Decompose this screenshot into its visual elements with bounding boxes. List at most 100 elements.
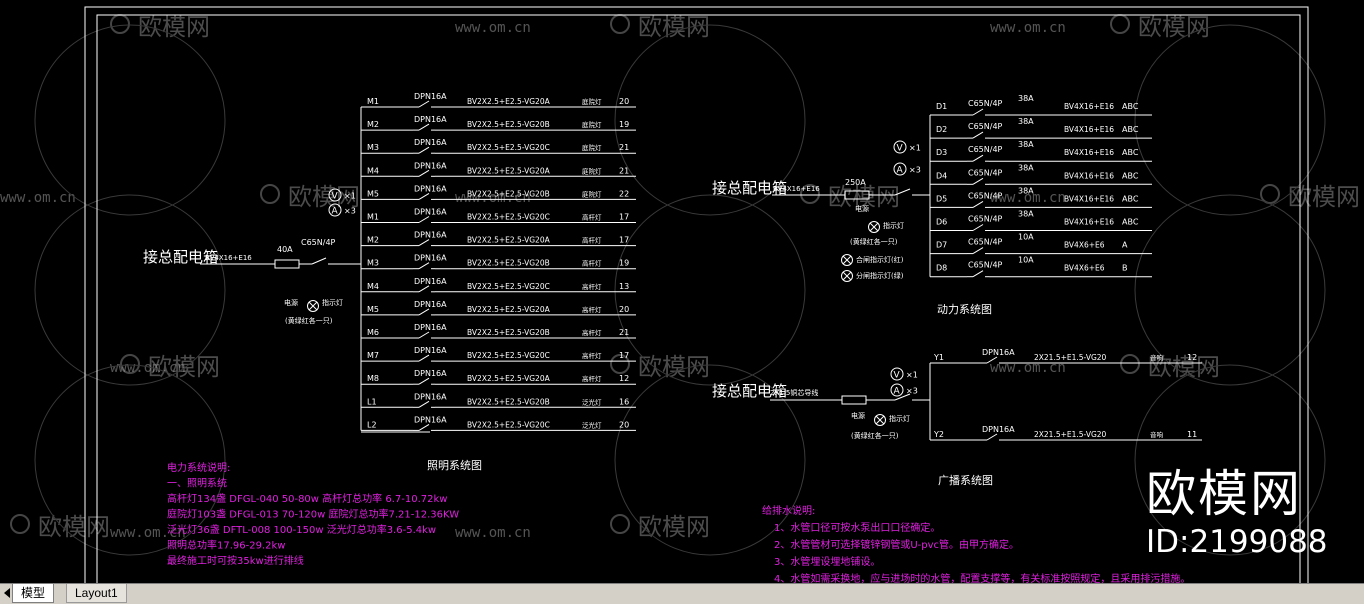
broadcast-circuit-breaker-1: DPN16A [982,425,1015,434]
lighting-circuit-cable-11: BV2X2.5+E2.5-VG20C [467,351,550,360]
lighting-circuit-load-14: 泛光灯 [582,420,602,429]
lighting-breaker-12-blade [418,377,430,385]
lighting-circuit-id-0: M1 [367,97,379,106]
lighting-circuit-cable-13: BV2X2.5+E2.5-VG20B [467,397,550,406]
water-notes-line-4: 4、水管如需采换地，应与进场时的水管，配置支撑等，有关标准按照规定，且采用排污措… [774,572,1190,583]
power-breaker-3-blade [972,177,984,185]
power-circuit-cable-7: BV4X6+E6 [1064,264,1105,273]
power-voltmeter-count: ×1 [909,144,921,153]
lighting-circuit-id-4: M5 [367,189,379,198]
lighting-breaker-13-blade [418,400,430,408]
power-circuit-breaker-1: C65N/4P [968,122,1003,131]
watermark-logo-icon [10,514,30,534]
lighting-circuit-load-5: 高杆灯 [582,213,602,222]
power-circuit-cable-1: BV4X16+E16 [1064,125,1114,134]
lighting-circuit-cable-0: BV2X2.5+E2.5-VG20A [467,97,551,106]
power-breaker-6-blade [972,247,984,255]
lighting-circuit-power-9: 20 [619,305,629,314]
lighting-circuit-id-7: M3 [367,259,379,268]
lighting-circuit-breaker-6: DPN16A [414,231,447,240]
lighting-breaker-14-blade [418,423,430,431]
power-circuit-cable-4: BV4X16+E16 [1064,194,1114,203]
watermark-brand-1: 欧模网 [638,13,710,41]
power-circuit-cable-5: BV4X16+E16 [1064,218,1114,227]
power-circuit-phase-2: ABC [1122,148,1139,157]
broadcast-breaker-1-blade [986,433,998,441]
broadcast-circuit-cable-1: 2X21.5+E1.5-VG20 [1034,430,1107,439]
power-circuit-id-6: D7 [936,241,947,250]
water-notes-line-2: 2、水管管材可选择镀锌钢管或U-pvc管。由甲方确定。 [774,538,1019,551]
lighting-circuit-power-3: 21 [619,166,629,175]
lighting-circuit-cable-1: BV2X2.5+E2.5-VG20B [467,120,550,129]
lighting-breaker-11-blade [418,354,430,362]
lighting-circuit-id-10: M6 [367,328,379,337]
power-circuit-breaker-3: C65N/4P [968,168,1003,177]
power-circuit-phase-5: ABC [1122,218,1139,227]
lighting-circuit-breaker-4: DPN16A [414,184,447,193]
power-circuit-breaker-5: C65N/4P [968,215,1003,224]
lighting-circuit-breaker-10: DPN16A [414,323,447,332]
power-circuit-amps-1: 38A [1018,117,1034,126]
watermark-logo-icon [1110,14,1130,34]
lighting-breaker-1-blade [418,123,430,131]
lighting-breaker-0-blade [418,100,430,108]
lighting-circuit-breaker-7: DPN16A [414,254,447,263]
lighting-circuit-cable-14: BV2X2.5+E2.5-VG20C [467,420,550,429]
power-circuit-amps-2: 38A [1018,140,1034,149]
lighting-circuit-id-11: M7 [367,351,379,360]
lighting-circuit-power-6: 17 [619,236,629,245]
tab-layout1[interactable]: Layout1 [66,584,127,603]
lighting-circuit-breaker-3: DPN16A [414,161,447,170]
watermark-logo-icon [1260,184,1280,204]
power-ammeter-count: ×3 [909,166,921,175]
power-notes-line-3: 庭院灯103盏 DFGL-013 70-120w 庭院灯总功率7.21-12.3… [167,508,459,521]
lighting-circuit-breaker-5: DPN16A [414,208,447,217]
lighting-circuit-power-8: 13 [619,282,629,291]
power-breaker-7-blade [972,270,984,278]
watermark-id: ID:2199088 [1146,524,1328,560]
lighting-circuit-id-13: L1 [367,397,377,406]
broadcast-ammeter-letter: A [894,387,901,397]
lighting-circuit-id-6: M2 [367,236,379,245]
power-ammeter-letter: A [897,166,904,176]
watermark-url-2: www.om.cn [0,190,76,206]
lighting-circuit-breaker-8: DPN16A [414,277,447,286]
lighting-breaker-10-blade [418,331,430,339]
tab-model[interactable]: 模型 [12,584,55,603]
power-circuit-id-3: D4 [936,171,947,180]
lighting-title: 照明系统图 [427,459,482,472]
power-circuit-id-4: D5 [936,194,947,203]
lighting-breaker-7-blade [418,262,430,270]
broadcast-circuit-power-0: 12 [1187,353,1197,362]
lighting-circuit-breaker-12: DPN16A [414,369,447,378]
power-notes-line-0: 电力系统说明: [167,461,230,474]
broadcast-circuit-power-1: 11 [1187,430,1197,439]
power-circuit-amps-0: 38A [1018,94,1034,103]
power-notes-line-5: 照明总功率17.96-29.2kw [167,539,285,552]
lighting-circuit-load-6: 高杆灯 [582,236,602,245]
lighting-circuit-id-8: M4 [367,282,379,291]
lighting-circuit-cable-4: BV2X2.5+E2.5-VG20B [467,189,550,198]
lighting-circuit-id-1: M2 [367,120,379,129]
power-breaker-1-blade [972,131,984,139]
lighting-circuit-load-1: 庭院灯 [582,120,602,129]
power-circuit-phase-6: A [1122,241,1128,250]
lighting-circuit-power-11: 17 [619,351,629,360]
lighting-fuse-icon [274,259,300,269]
water-notes-line-0: 给排水说明: [762,504,815,517]
power-lamp-note: (黄绿红各一只) [850,237,898,246]
power-circuit-cable-0: BV4X16+E16 [1064,102,1114,111]
lighting-power-label: 电源 [284,298,298,307]
lighting-main-breaker-blade [311,257,327,265]
power-circuit-phase-3: ABC [1122,171,1139,180]
lighting-circuit-power-13: 16 [619,397,629,406]
power-notes-line-4: 泛光灯36盏 DFTL-008 100-150w 泛光灯总功率3.6-5.4kw [167,523,436,536]
lighting-circuit-id-14: L2 [367,420,377,429]
lighting-circuit-load-12: 高杆灯 [582,374,602,383]
lighting-circuit-power-10: 21 [619,328,629,337]
lighting-circuit-load-13: 泛光灯 [582,397,602,406]
cad-drawing-canvas[interactable]: 欧模网 欧模网 欧模网 欧模网 欧模网 欧模网 欧模网 欧模网 欧模网 欧模网 欧模网 www.om.… [0,0,1364,583]
power-circuit-amps-5: 38A [1018,210,1034,219]
lighting-circuit-breaker-14: DPN16A [414,415,447,424]
watermark-ring-0 [34,24,226,216]
